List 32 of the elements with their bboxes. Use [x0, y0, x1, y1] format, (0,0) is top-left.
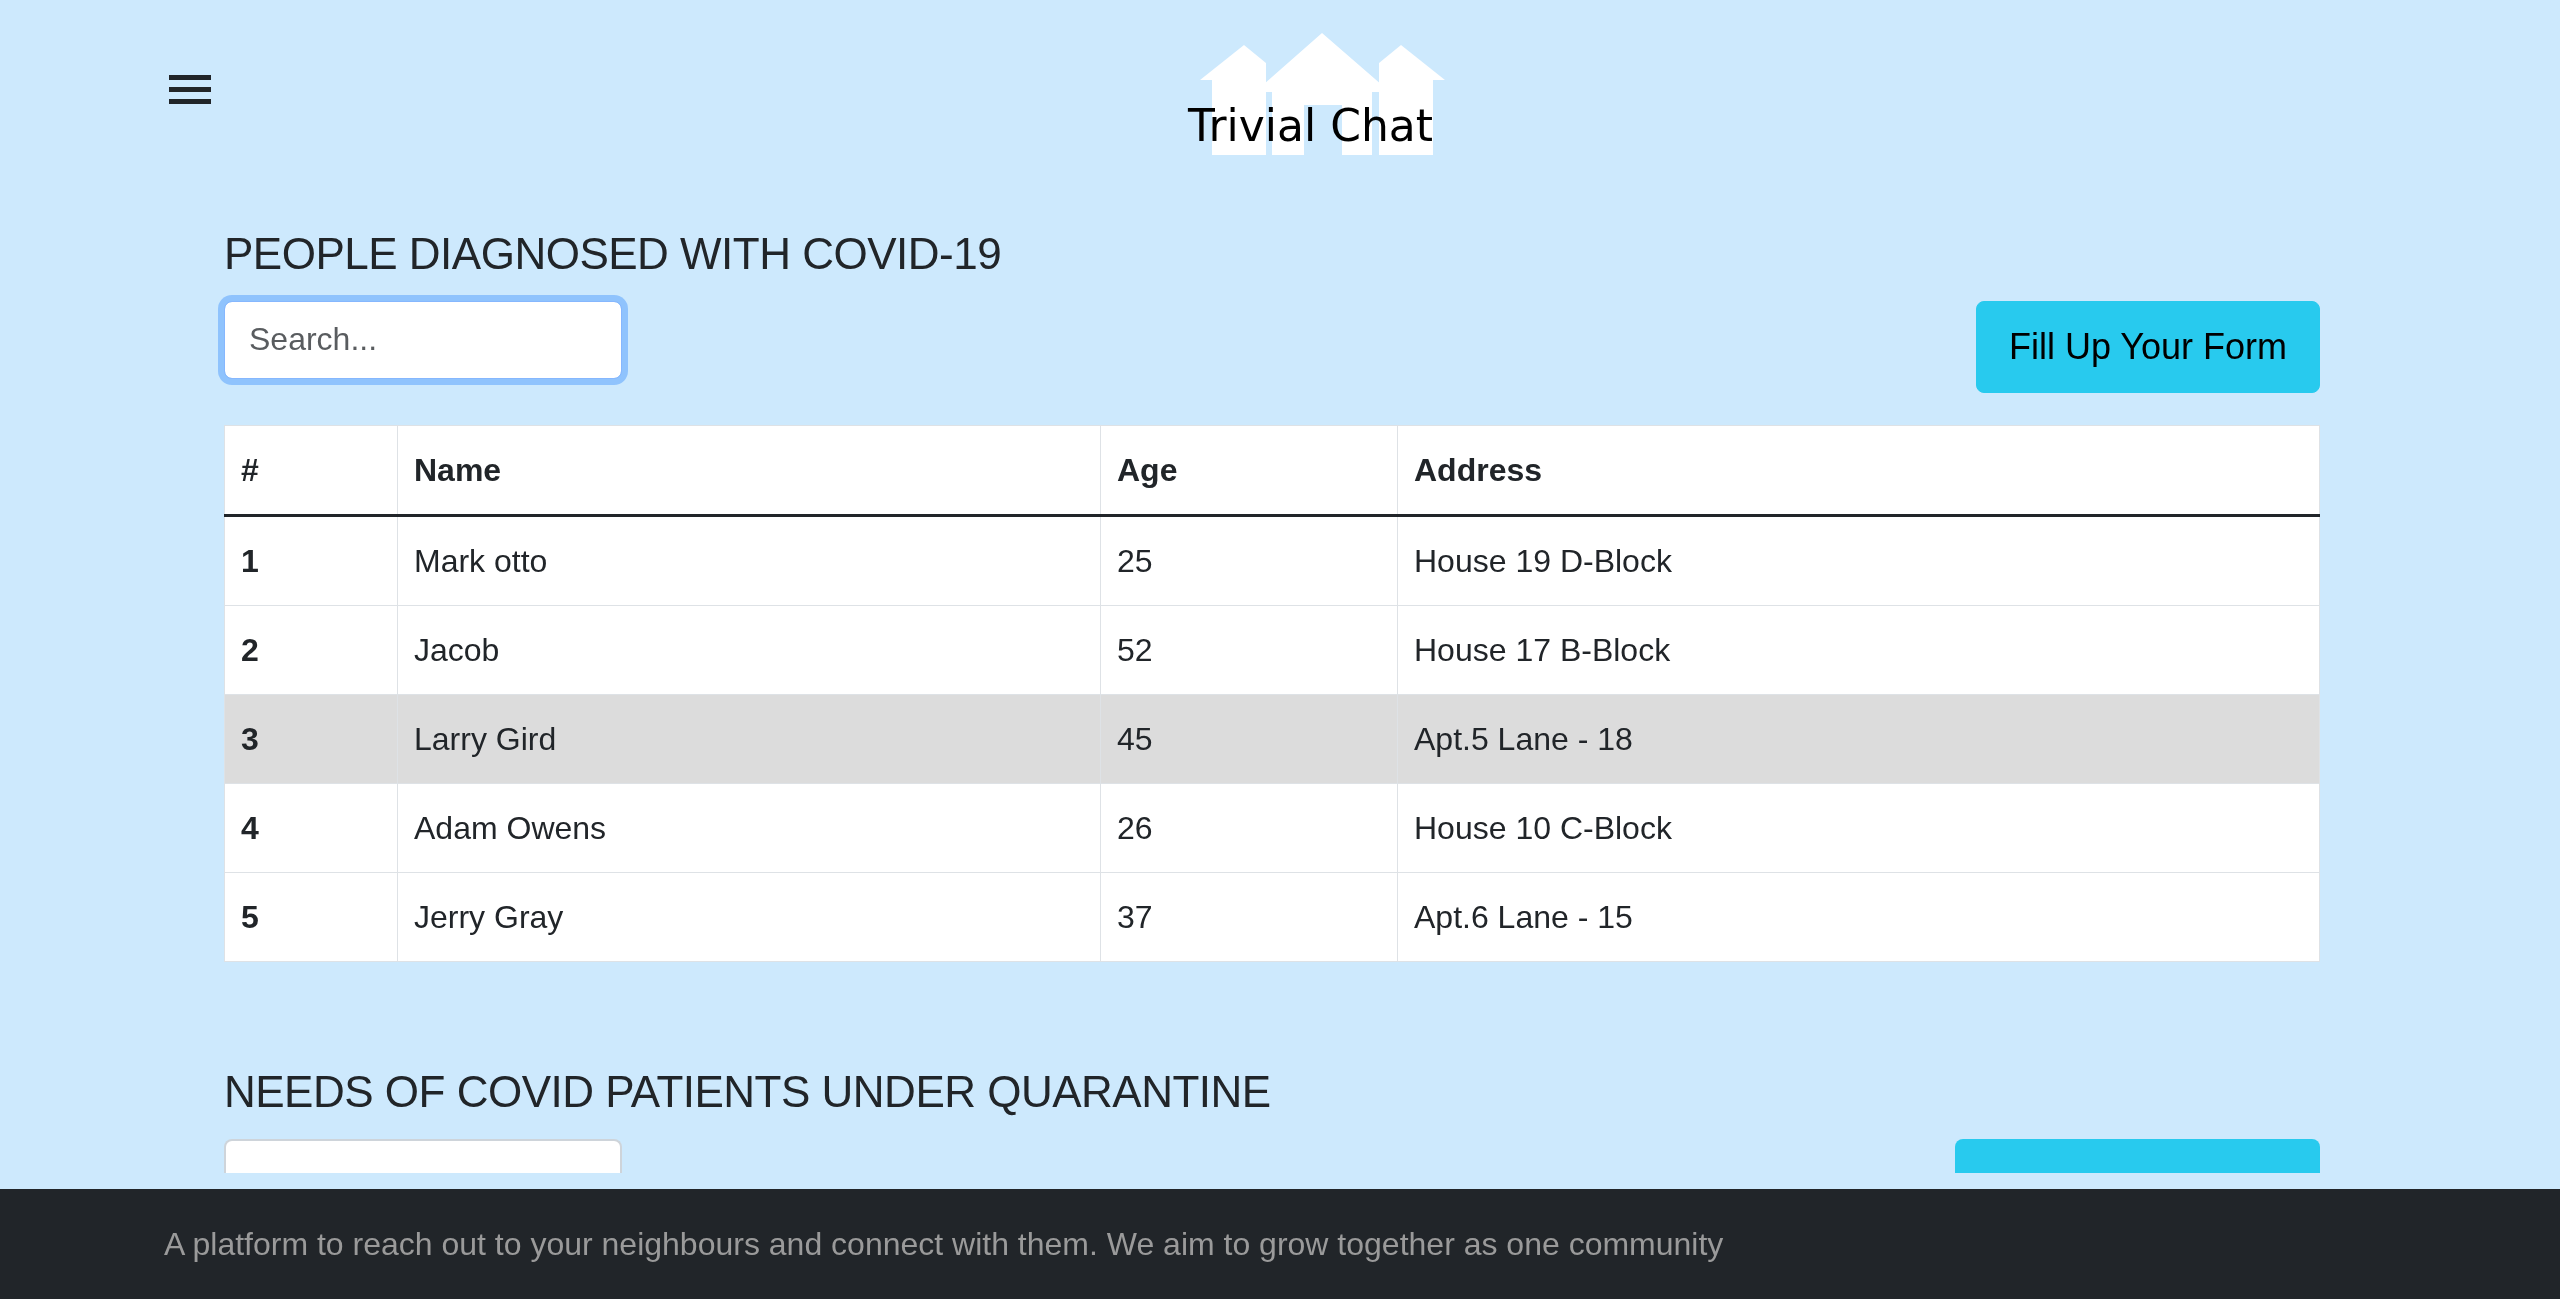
- menu-icon: [169, 72, 213, 105]
- logo-text: Trivial Chat: [1188, 102, 1433, 151]
- fill-form-button[interactable]: [1955, 1138, 2320, 1173]
- row-number: 2: [224, 605, 398, 695]
- table-cell: Apt.6 Lane - 15: [1397, 872, 2320, 962]
- table-cell: 25: [1100, 515, 1398, 606]
- table-cell: Apt.5 Lane - 18: [1397, 694, 2320, 784]
- table-cell: 45: [1100, 694, 1398, 784]
- table-cell: Larry Gird: [397, 694, 1101, 784]
- row-number: 4: [224, 783, 398, 873]
- table-cell: House 17 B-Block: [1397, 605, 2320, 695]
- column-header: Age: [1100, 425, 1398, 516]
- column-header: Address: [1397, 425, 2320, 516]
- table-cell: 37: [1100, 872, 1398, 962]
- table-cell: 52: [1100, 605, 1398, 695]
- fill-form-button[interactable]: Fill Up Your Form: [1975, 300, 2320, 393]
- row-number: 5: [224, 872, 398, 962]
- table-cell: House 19 D-Block: [1397, 515, 2320, 606]
- table-cell: 26: [1100, 783, 1398, 873]
- table-cell: Mark otto: [397, 515, 1101, 606]
- column-header: #: [224, 425, 398, 516]
- section-title: NEEDS OF COVID PATIENTS UNDER QUARANTINE: [224, 1065, 1272, 1118]
- footer-text: A platform to reach out to your neighbours and connect with them. We aim to grow together as one community: [164, 1225, 1724, 1264]
- table-cell: Jerry Gray: [397, 872, 1101, 962]
- table-cell: House 10 C-Block: [1397, 783, 2320, 873]
- search-field[interactable]: [224, 1138, 622, 1173]
- section-title: PEOPLE DIAGNOSED WITH COVID-19: [224, 228, 1003, 280]
- row-number: 1: [224, 515, 398, 606]
- column-header: Name: [397, 425, 1101, 516]
- table-cell: Jacob: [397, 605, 1101, 695]
- table-cell: Adam Owens: [397, 783, 1101, 873]
- row-number: 3: [224, 694, 398, 784]
